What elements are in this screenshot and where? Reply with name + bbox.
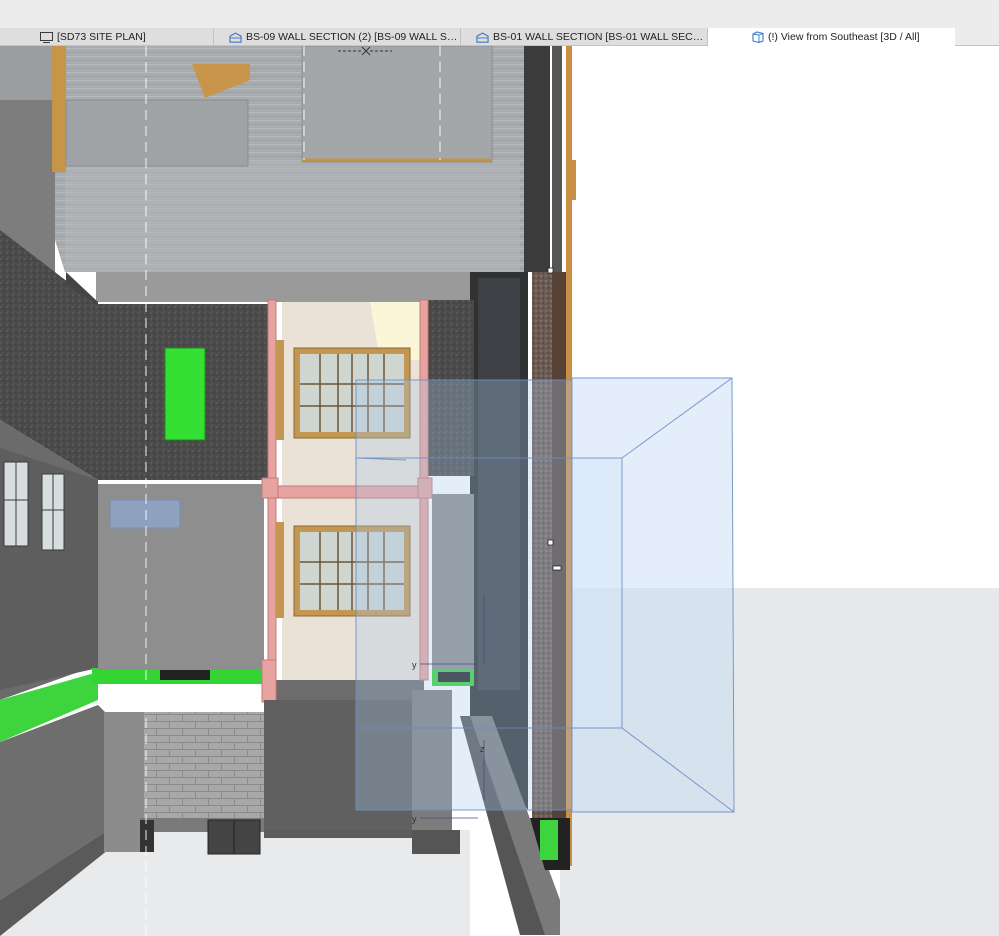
tab-label: (!) View from Southeast [3D / All]: [768, 31, 920, 43]
section-box-selection: [355, 377, 735, 813]
tab-site-plan[interactable]: [SD73 SITE PLAN]: [0, 28, 214, 46]
3d-model-viewport[interactable]: y y z: [0, 46, 999, 936]
window-title-strip: [0, 0, 999, 28]
wood-fascia: [52, 46, 66, 172]
tab-bar-filler: [955, 28, 999, 45]
section-view-icon: [229, 31, 242, 43]
opening-marker-green: [164, 347, 206, 441]
tab-label: [SD73 SITE PLAN]: [57, 31, 146, 43]
axis-marker-y: y: [412, 660, 417, 670]
tab-label: BS-09 WALL SECTION (2) [BS-09 WALL SECTI…: [246, 31, 460, 43]
axis-marker-z: z: [480, 744, 485, 754]
tab-bs09-wall-section[interactable]: BS-09 WALL SECTION (2) [BS-09 WALL SECTI…: [214, 28, 461, 46]
tab-label: BS-01 WALL SECTION [BS-01 WALL SECTION]: [493, 31, 707, 43]
section-view-icon: [476, 31, 489, 43]
tab-3d-view-southeast[interactable]: (!) View from Southeast [3D / All]: [708, 28, 955, 46]
3d-model-render: y y z: [0, 46, 999, 936]
concrete-block-wall: [144, 712, 264, 818]
tab-bs01-wall-section[interactable]: BS-01 WALL SECTION [BS-01 WALL SECTION]: [461, 28, 708, 46]
axis-marker-y: y: [412, 814, 417, 824]
3d-view-icon: [751, 31, 764, 43]
view-tab-bar: [SD73 SITE PLAN] BS-09 WALL SECTION (2) …: [0, 28, 999, 46]
floor-plan-icon: [40, 31, 53, 43]
